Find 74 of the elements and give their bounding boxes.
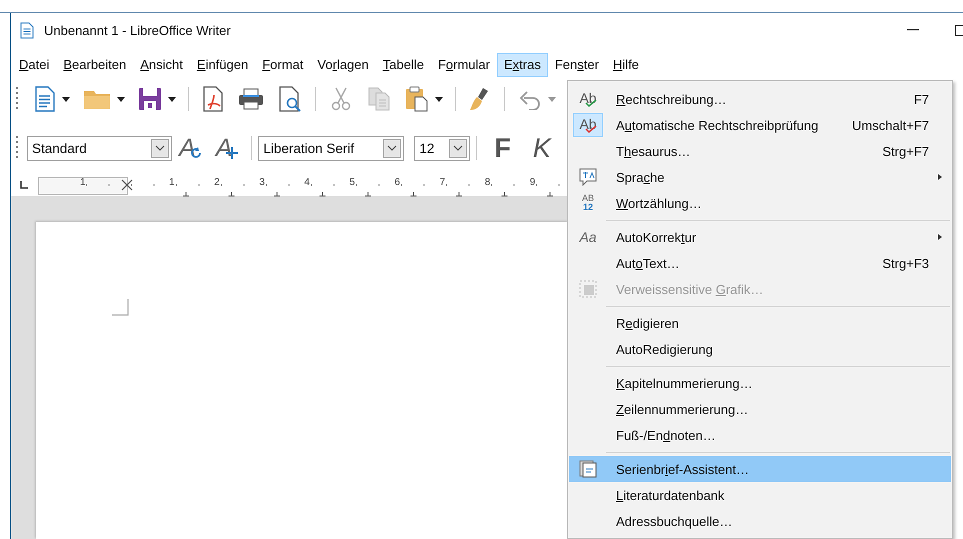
print-preview-icon[interactable] bbox=[278, 86, 302, 112]
menu-bar-item[interactable]: Vorlagen bbox=[310, 53, 376, 77]
menu-bar-item[interactable]: Einfügen bbox=[190, 53, 256, 77]
menu-item[interactable]: Zeilennummerierung… bbox=[569, 396, 951, 422]
shortcut-label: Strg+F3 bbox=[882, 256, 929, 270]
caret-icon[interactable] bbox=[62, 96, 70, 102]
caret-icon[interactable] bbox=[168, 96, 176, 102]
ruler-number: 1 bbox=[80, 177, 86, 188]
image-frame-icon bbox=[579, 280, 597, 298]
shortcut-label: Umschalt+F7 bbox=[852, 118, 929, 132]
menu-item[interactable]: Adressbuchquelle… bbox=[569, 508, 951, 534]
dropdown-button[interactable] bbox=[449, 138, 468, 158]
save-icon[interactable] bbox=[138, 87, 162, 111]
menu-bar-item[interactable]: Fenster bbox=[548, 53, 606, 77]
menu-bar-item[interactable]: Extras bbox=[496, 53, 548, 77]
indent-marker-icon[interactable] bbox=[121, 179, 133, 191]
shortcut-label: Strg+F7 bbox=[882, 144, 929, 158]
menu-bar-item[interactable]: Format bbox=[255, 53, 310, 77]
bold-button[interactable]: F bbox=[488, 133, 517, 163]
menu-bar-item[interactable]: Bearbeiten bbox=[56, 53, 134, 77]
ruler-number: 9 bbox=[530, 177, 536, 188]
menu-item[interactable]: Kapitelnummerierung… bbox=[569, 370, 951, 396]
menu-bar-item[interactable]: Datei bbox=[12, 53, 56, 77]
chevron-down-icon[interactable] bbox=[387, 145, 398, 151]
pdf-export-icon[interactable] bbox=[202, 86, 224, 112]
ruler-number: 6 bbox=[394, 177, 400, 188]
menu-item[interactable]: Aa AutoKorrektur bbox=[569, 224, 951, 250]
menu-item[interactable]: AutoRedigierung bbox=[569, 336, 951, 362]
chevron-down-icon[interactable] bbox=[453, 145, 464, 151]
ruler-number: 7 bbox=[440, 177, 446, 188]
new-document-icon[interactable] bbox=[34, 86, 56, 112]
mail-merge-icon bbox=[579, 460, 597, 478]
tab-stop-icon[interactable] bbox=[20, 181, 28, 189]
ruler-number: 2 bbox=[214, 177, 220, 188]
dropdown-button[interactable] bbox=[383, 138, 402, 158]
ruler-number: 4 bbox=[304, 177, 310, 188]
minimize-icon[interactable] bbox=[907, 29, 919, 31]
menu-item[interactable]: Serienbrief-Assistent… bbox=[569, 456, 951, 482]
font-size-dropdown[interactable]: 12 bbox=[414, 136, 470, 160]
dropdown-button[interactable] bbox=[151, 138, 169, 158]
paintbrush-icon[interactable] bbox=[469, 87, 491, 111]
paragraph-style-dropdown[interactable]: Standard bbox=[27, 136, 172, 160]
paste-icon[interactable] bbox=[405, 86, 429, 112]
window-title: Unbenannt 1 - LibreOffice Writer bbox=[44, 22, 231, 38]
word-count-icon: AB 12 bbox=[582, 194, 594, 212]
ruler-number: 8 bbox=[484, 177, 490, 188]
menu-item[interactable]: Redigieren bbox=[569, 310, 951, 336]
caret-icon[interactable] bbox=[435, 96, 443, 102]
maximize-icon[interactable] bbox=[955, 24, 963, 36]
menu-item[interactable]: Literaturdatenbank bbox=[569, 482, 951, 508]
translate-icon bbox=[579, 168, 597, 186]
toolbar-grip[interactable] bbox=[16, 135, 19, 161]
menu-bar-item[interactable]: Hilfe bbox=[606, 53, 646, 77]
font-name-dropdown[interactable]: Liberation Serif bbox=[258, 136, 404, 160]
document-icon bbox=[20, 22, 34, 38]
shortcut-label: F7 bbox=[914, 92, 929, 106]
toolbar-grip[interactable] bbox=[16, 86, 19, 112]
menu-item[interactable]: AB 12 Wortzählung… bbox=[569, 190, 951, 216]
caret-icon[interactable] bbox=[117, 96, 125, 102]
chevron-down-icon[interactable] bbox=[155, 145, 165, 151]
menu-item[interactable]: Sprache bbox=[569, 164, 951, 190]
menu-item[interactable]: Fuß-/Endnoten… bbox=[569, 422, 951, 448]
text-boundary-mark bbox=[112, 299, 129, 316]
ruler-number: 3 bbox=[259, 177, 265, 188]
autocorrect-icon: Aa bbox=[579, 229, 597, 245]
menu-bar-item[interactable]: Formular bbox=[430, 53, 497, 77]
ruler-number: 5 bbox=[349, 177, 355, 188]
italic-button[interactable]: K bbox=[526, 133, 557, 163]
menu-bar-item[interactable]: Ansicht bbox=[133, 53, 190, 77]
menu-item[interactable]: AutoText… Strg+F3 bbox=[569, 250, 951, 276]
printer-icon[interactable] bbox=[238, 88, 264, 110]
menu-bar-item[interactable]: Tabelle bbox=[376, 53, 431, 77]
ruler-number: 1 bbox=[169, 177, 175, 188]
menu-item[interactable]: Thesaurus… Strg+F7 bbox=[569, 138, 951, 164]
